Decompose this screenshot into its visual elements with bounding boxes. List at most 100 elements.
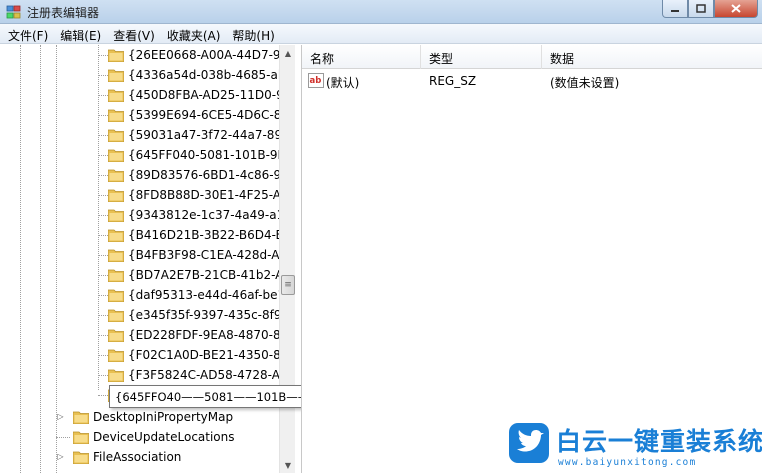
tree-item-guid[interactable]: {ED228FDF-9EA8-4870-83: [98, 325, 288, 345]
tree-item-label: {ED228FDF-9EA8-4870-83: [128, 328, 289, 342]
folder-icon: [108, 89, 124, 102]
tree-item-guid[interactable]: {F02C1A0D-BE21-4350-88: [98, 345, 288, 365]
scroll-up-button[interactable]: ▲: [280, 45, 296, 61]
tree-item-guid[interactable]: {B416D21B-3B22-B6D4-B: [98, 225, 284, 245]
tree-item-fileassociation[interactable]: ▷ FileAssociation: [56, 447, 181, 467]
folder-icon: [73, 451, 89, 464]
folder-icon: [108, 269, 124, 282]
tree-item-label: {F3F5824C-AD58-4728-AF: [128, 368, 287, 382]
column-header-name[interactable]: 名称: [310, 50, 334, 67]
tree-item-guid[interactable]: {26EE0668-A00A-44D7-93: [98, 45, 288, 65]
arrow-down-icon: ▼: [284, 460, 292, 470]
grip-icon: ≡: [284, 280, 292, 290]
string-value-icon: ab: [308, 73, 324, 88]
folder-icon: [108, 69, 124, 82]
tree-item-label: {645FF040-5081-101B-9F0: [128, 148, 293, 162]
scrollbar-thumb[interactable]: ≡: [281, 275, 295, 295]
folder-icon: [108, 369, 124, 382]
svg-text:ab: ab: [310, 76, 322, 86]
column-header-data[interactable]: 数据: [550, 50, 574, 67]
list-header: 名称 类型 数据: [302, 45, 762, 69]
tree-item-label: DeviceUpdateLocations: [93, 430, 235, 444]
folder-icon: [108, 49, 124, 62]
window-title: 注册表编辑器: [27, 6, 100, 20]
value-data: (数值未设置): [550, 76, 620, 90]
watermark: 白云一键重装系统 www.baiyunxitong.com: [506, 420, 762, 473]
tree-item-label: {4336a54d-038b-4685-ab: [128, 68, 286, 82]
folder-icon: [108, 189, 124, 202]
tree-item-guid[interactable]: {B4FB3F98-C1EA-428d-A7: [98, 245, 287, 265]
tree-item-label: {B4FB3F98-C1EA-428d-A7: [128, 248, 288, 262]
tree-item-guid[interactable]: {645FF040-5081-101B-9F0: [98, 145, 292, 165]
tree-item-label: {89D83576-6BD1-4c86-94: [128, 168, 289, 182]
expand-arrow-icon[interactable]: ▷: [56, 452, 65, 461]
tree-vertical-scrollbar[interactable]: ▲ ≡ ▼: [279, 45, 295, 473]
tree-guide-line: [20, 45, 21, 473]
watermark-url: www.baiyunxitong.com: [558, 457, 697, 468]
folder-icon: [108, 309, 124, 322]
value-row[interactable]: ab (默认) REG_SZ (数值未设置): [302, 71, 762, 91]
title-bar: 注册表编辑器: [0, 0, 762, 24]
column-header-type[interactable]: 类型: [429, 50, 453, 67]
menu-view[interactable]: 查看(V): [107, 24, 161, 43]
tree-item-guid[interactable]: {89D83576-6BD1-4c86-94: [98, 165, 289, 185]
tree-item-label: {F02C1A0D-BE21-4350-88: [128, 348, 289, 362]
folder-icon: [108, 109, 124, 122]
tree-item-label: {9343812e-1c37-4a49-a12: [128, 208, 292, 222]
value-name: (默认): [326, 76, 360, 90]
minimize-icon: [671, 9, 679, 12]
tree-item-label: {59031a47-3f72-44a7-89c: [128, 128, 289, 142]
tree-item-guid[interactable]: {F3F5824C-AD58-4728-AF: [98, 365, 287, 385]
tree-item-guid[interactable]: {5399E694-6CE5-4D6C-8F: [98, 105, 288, 125]
registry-tree[interactable]: {26EE0668-A00A-44D7-93 {4336a54d-038b-46…: [0, 45, 295, 473]
folder-icon: [108, 249, 124, 262]
tree-item-label: {8FD8B88D-30E1-4F25-AC: [128, 188, 290, 202]
tree-item-label: {daf95313-e44d-46af-be1: [128, 288, 286, 302]
tree-item-label: {e345f35f-9397-435c-8f95: [128, 308, 290, 322]
folder-icon: [108, 149, 124, 162]
tree-item-desktopinipropertymap[interactable]: ▷ DesktopIniPropertyMap: [56, 407, 233, 427]
tree-item-guid[interactable]: {4336a54d-038b-4685-ab: [98, 65, 285, 85]
tree-item-guid[interactable]: {BD7A2E7B-21CB-41b2-A: [98, 265, 283, 285]
maximize-button[interactable]: [688, 0, 714, 18]
column-divider[interactable]: [541, 45, 542, 69]
folder-icon: [108, 329, 124, 342]
menu-favorites[interactable]: 收藏夹(A): [161, 24, 227, 43]
tree-item-label: {5399E694-6CE5-4D6C-8F: [128, 108, 289, 122]
watermark-title: 白云一键重装系统: [556, 427, 762, 456]
tree-item-label: {26EE0668-A00A-44D7-93: [128, 48, 289, 62]
registry-app-icon: [6, 5, 21, 19]
menu-bar: 文件(F) 编辑(E) 查看(V) 收藏夹(A) 帮助(H): [0, 24, 762, 44]
close-button[interactable]: [714, 0, 758, 18]
tree-item-guid[interactable]: {e345f35f-9397-435c-8f95: [98, 305, 289, 325]
tree-item-label: FileAssociation: [93, 450, 182, 464]
tree-item-guid[interactable]: {59031a47-3f72-44a7-89c: [98, 125, 289, 145]
values-list[interactable]: 名称 类型 数据 ab (默认) REG_SZ (数值未设置): [301, 45, 762, 473]
menu-help[interactable]: 帮助(H): [226, 24, 280, 43]
folder-icon: [108, 289, 124, 302]
column-divider[interactable]: [420, 45, 421, 69]
folder-icon: [73, 411, 89, 424]
bird-logo-icon: [509, 423, 549, 463]
tree-guide-line: [40, 45, 41, 473]
tree-item-guid[interactable]: {daf95313-e44d-46af-be1: [98, 285, 285, 305]
folder-icon: [108, 169, 124, 182]
menu-file[interactable]: 文件(F): [2, 24, 54, 43]
tree-item-label: DesktopIniPropertyMap: [93, 410, 234, 424]
arrow-up-icon: ▲: [284, 48, 292, 58]
tree-item-guid[interactable]: {9343812e-1c37-4a49-a12: [98, 205, 292, 225]
maximize-icon: [696, 4, 706, 13]
scroll-down-button[interactable]: ▼: [280, 457, 296, 473]
tree-item-deviceupdatelocations[interactable]: DeviceUpdateLocations: [56, 427, 235, 447]
expand-arrow-icon[interactable]: ▷: [56, 412, 65, 421]
folder-icon: [108, 129, 124, 142]
folder-icon: [108, 209, 124, 222]
minimize-button[interactable]: [662, 0, 688, 18]
tree-item-label: {B416D21B-3B22-B6D4-B: [128, 228, 284, 242]
tree-item-label: {450D8FBA-AD25-11D0-98: [128, 88, 292, 102]
value-type: REG_SZ: [429, 74, 477, 88]
folder-icon: [108, 229, 124, 242]
menu-edit[interactable]: 编辑(E): [54, 24, 107, 43]
tree-item-guid[interactable]: {450D8FBA-AD25-11D0-98: [98, 85, 291, 105]
tree-item-guid[interactable]: {8FD8B88D-30E1-4F25-AC: [98, 185, 289, 205]
